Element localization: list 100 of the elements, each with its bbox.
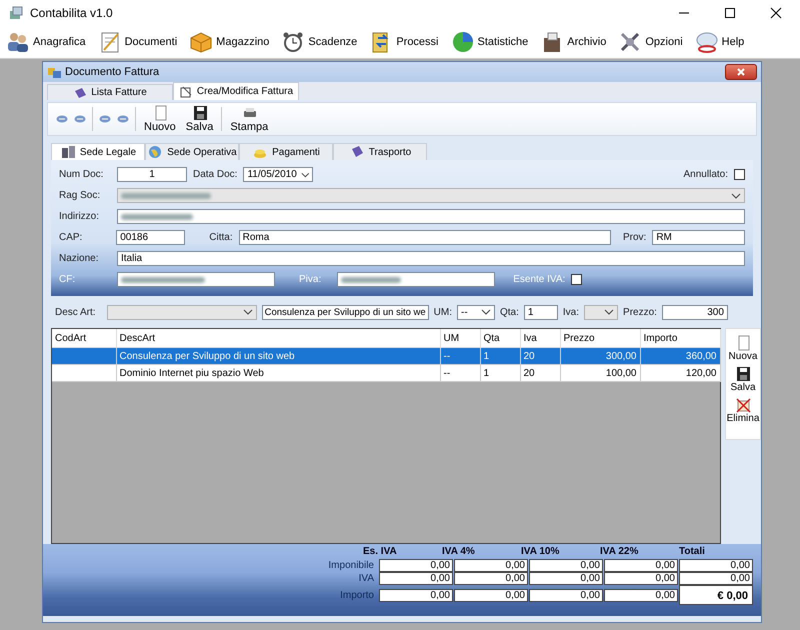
menu-item[interactable]: Anagrafica xyxy=(4,28,88,56)
pie-chart-icon xyxy=(450,30,474,54)
field-label: Prezzo: xyxy=(623,306,657,318)
redacted-text xyxy=(121,214,193,220)
toolbar-button[interactable]: Stampa xyxy=(228,105,270,133)
field-label: Data Doc: xyxy=(193,169,238,180)
total-cell: 0,00 xyxy=(679,572,753,585)
close-button[interactable] xyxy=(725,64,757,80)
total-cell: 0,00 xyxy=(454,588,528,602)
column-header[interactable]: UM xyxy=(440,329,480,348)
navigation-button[interactable] xyxy=(56,115,68,123)
menu-item[interactable]: Processi xyxy=(367,28,440,56)
tab[interactable]: Pagamenti xyxy=(239,143,333,160)
field-label: Iva: xyxy=(562,306,580,318)
total-cell: 0,00 xyxy=(529,572,603,585)
total-cell: 0,00 xyxy=(604,588,678,602)
field-label: CF: xyxy=(59,274,76,285)
input-field[interactable] xyxy=(337,272,496,287)
side-button[interactable]: Elimina xyxy=(726,395,760,426)
column-header[interactable]: Qta xyxy=(480,329,520,348)
dropdown[interactable] xyxy=(584,304,618,320)
total-cell: 0,00 xyxy=(604,559,678,572)
column-header[interactable]: CodArt xyxy=(52,329,116,348)
side-button[interactable]: Nuova xyxy=(726,333,760,364)
tab[interactable]: Trasporto xyxy=(333,143,427,160)
date-picker[interactable]: 11/05/2010 xyxy=(243,167,314,182)
checkbox[interactable] xyxy=(734,169,745,180)
window-title: Documento Fattura xyxy=(65,66,160,78)
caret-icon xyxy=(481,308,491,316)
navigation-button[interactable] xyxy=(99,115,111,123)
tab[interactable]: Lista Fatture xyxy=(47,84,173,100)
field-label: Esente IVA: xyxy=(513,274,566,285)
table-cell[interactable]: Consulenza per Sviluppo di un sito web xyxy=(116,348,440,364)
column-header: Es. IVA xyxy=(362,546,398,559)
table-cell[interactable]: -- xyxy=(440,348,480,364)
table-cell[interactable] xyxy=(52,348,116,364)
column-header[interactable]: Prezzo xyxy=(560,329,640,348)
window-title: Contabilita v1.0 xyxy=(30,6,114,20)
input-field[interactable]: 00186 xyxy=(116,230,186,245)
globe-icon xyxy=(147,144,164,160)
table-cell[interactable]: 120,00 xyxy=(640,364,720,382)
menu-item[interactable]: Documenti xyxy=(96,28,180,56)
table-cell[interactable]: Dominio Internet piu spazio Web xyxy=(116,364,440,382)
input-field[interactable]: Italia xyxy=(117,251,745,266)
menu-item[interactable]: Archivio xyxy=(538,28,608,56)
app-icon xyxy=(8,5,24,21)
row-label: IVA xyxy=(358,573,375,584)
menu-item[interactable]: Help xyxy=(692,28,746,56)
total-cell: 0,00 xyxy=(379,559,453,572)
input-field[interactable] xyxy=(117,209,745,224)
total-cell: 0,00 xyxy=(454,559,528,572)
delete-icon xyxy=(735,397,751,413)
input-field[interactable]: Roma xyxy=(238,230,611,245)
dropdown[interactable]: -- xyxy=(457,304,495,320)
column-header[interactable]: Iva xyxy=(520,329,560,348)
table-cell[interactable] xyxy=(52,364,116,382)
column-header[interactable]: Importo xyxy=(640,329,720,348)
table-cell[interactable]: 20 xyxy=(520,364,560,382)
toolbar-button[interactable]: Nuovo xyxy=(142,105,178,133)
table-cell[interactable]: 1 xyxy=(480,364,520,382)
input-field[interactable] xyxy=(117,272,275,287)
field-label: Indirizzo: xyxy=(59,211,100,222)
menu-item[interactable]: Magazzino xyxy=(187,28,272,56)
maximize-icon xyxy=(724,7,736,19)
field-label: Prov: xyxy=(622,232,646,243)
row-label: Imponibile xyxy=(327,560,375,571)
table-cell[interactable]: 20 xyxy=(520,348,560,364)
total-cell: 0,00 xyxy=(379,588,453,602)
input-field[interactable]: 300 xyxy=(662,304,728,320)
field-label: CAP: xyxy=(59,232,84,243)
column-header: IVA 10% xyxy=(520,546,560,559)
close-icon xyxy=(737,68,745,76)
close-icon xyxy=(770,7,782,19)
menu-item[interactable]: Opzioni xyxy=(616,28,685,56)
toolbar-button[interactable]: Salva xyxy=(184,105,216,133)
navigation-button[interactable] xyxy=(117,115,129,123)
checkbox[interactable] xyxy=(571,274,582,285)
field-label: Desc Art: xyxy=(55,306,96,318)
input-field[interactable]: Consulenza per Sviluppo di un sito we xyxy=(262,304,429,320)
input-field[interactable]: 1 xyxy=(524,304,558,320)
column-header[interactable]: DescArt xyxy=(116,329,440,348)
side-button[interactable]: Salva xyxy=(726,364,760,395)
total-cell: 0,00 xyxy=(529,559,603,572)
table-cell[interactable]: 360,00 xyxy=(640,348,720,364)
table-cell[interactable]: -- xyxy=(440,364,480,382)
table-cell[interactable]: 100,00 xyxy=(560,364,640,382)
field-label: Num Doc: xyxy=(59,169,104,180)
field-label: Nazione: xyxy=(59,253,100,264)
menu-item[interactable]: Scadenze xyxy=(279,28,360,56)
navigation-button[interactable] xyxy=(74,115,86,123)
redacted-text xyxy=(341,276,402,282)
input-field[interactable]: RM xyxy=(652,230,745,245)
table-cell[interactable]: 1 xyxy=(480,348,520,364)
tab[interactable]: Sede Operativa xyxy=(145,143,239,160)
tab[interactable]: Crea/Modifica Fattura xyxy=(173,82,299,100)
buildings-icon xyxy=(60,144,76,160)
menu-item[interactable]: Statistiche xyxy=(448,28,530,56)
tab[interactable]: Sede Legale xyxy=(51,143,145,160)
input-field[interactable]: 1 xyxy=(117,167,187,182)
table-cell[interactable]: 300,00 xyxy=(560,348,640,364)
